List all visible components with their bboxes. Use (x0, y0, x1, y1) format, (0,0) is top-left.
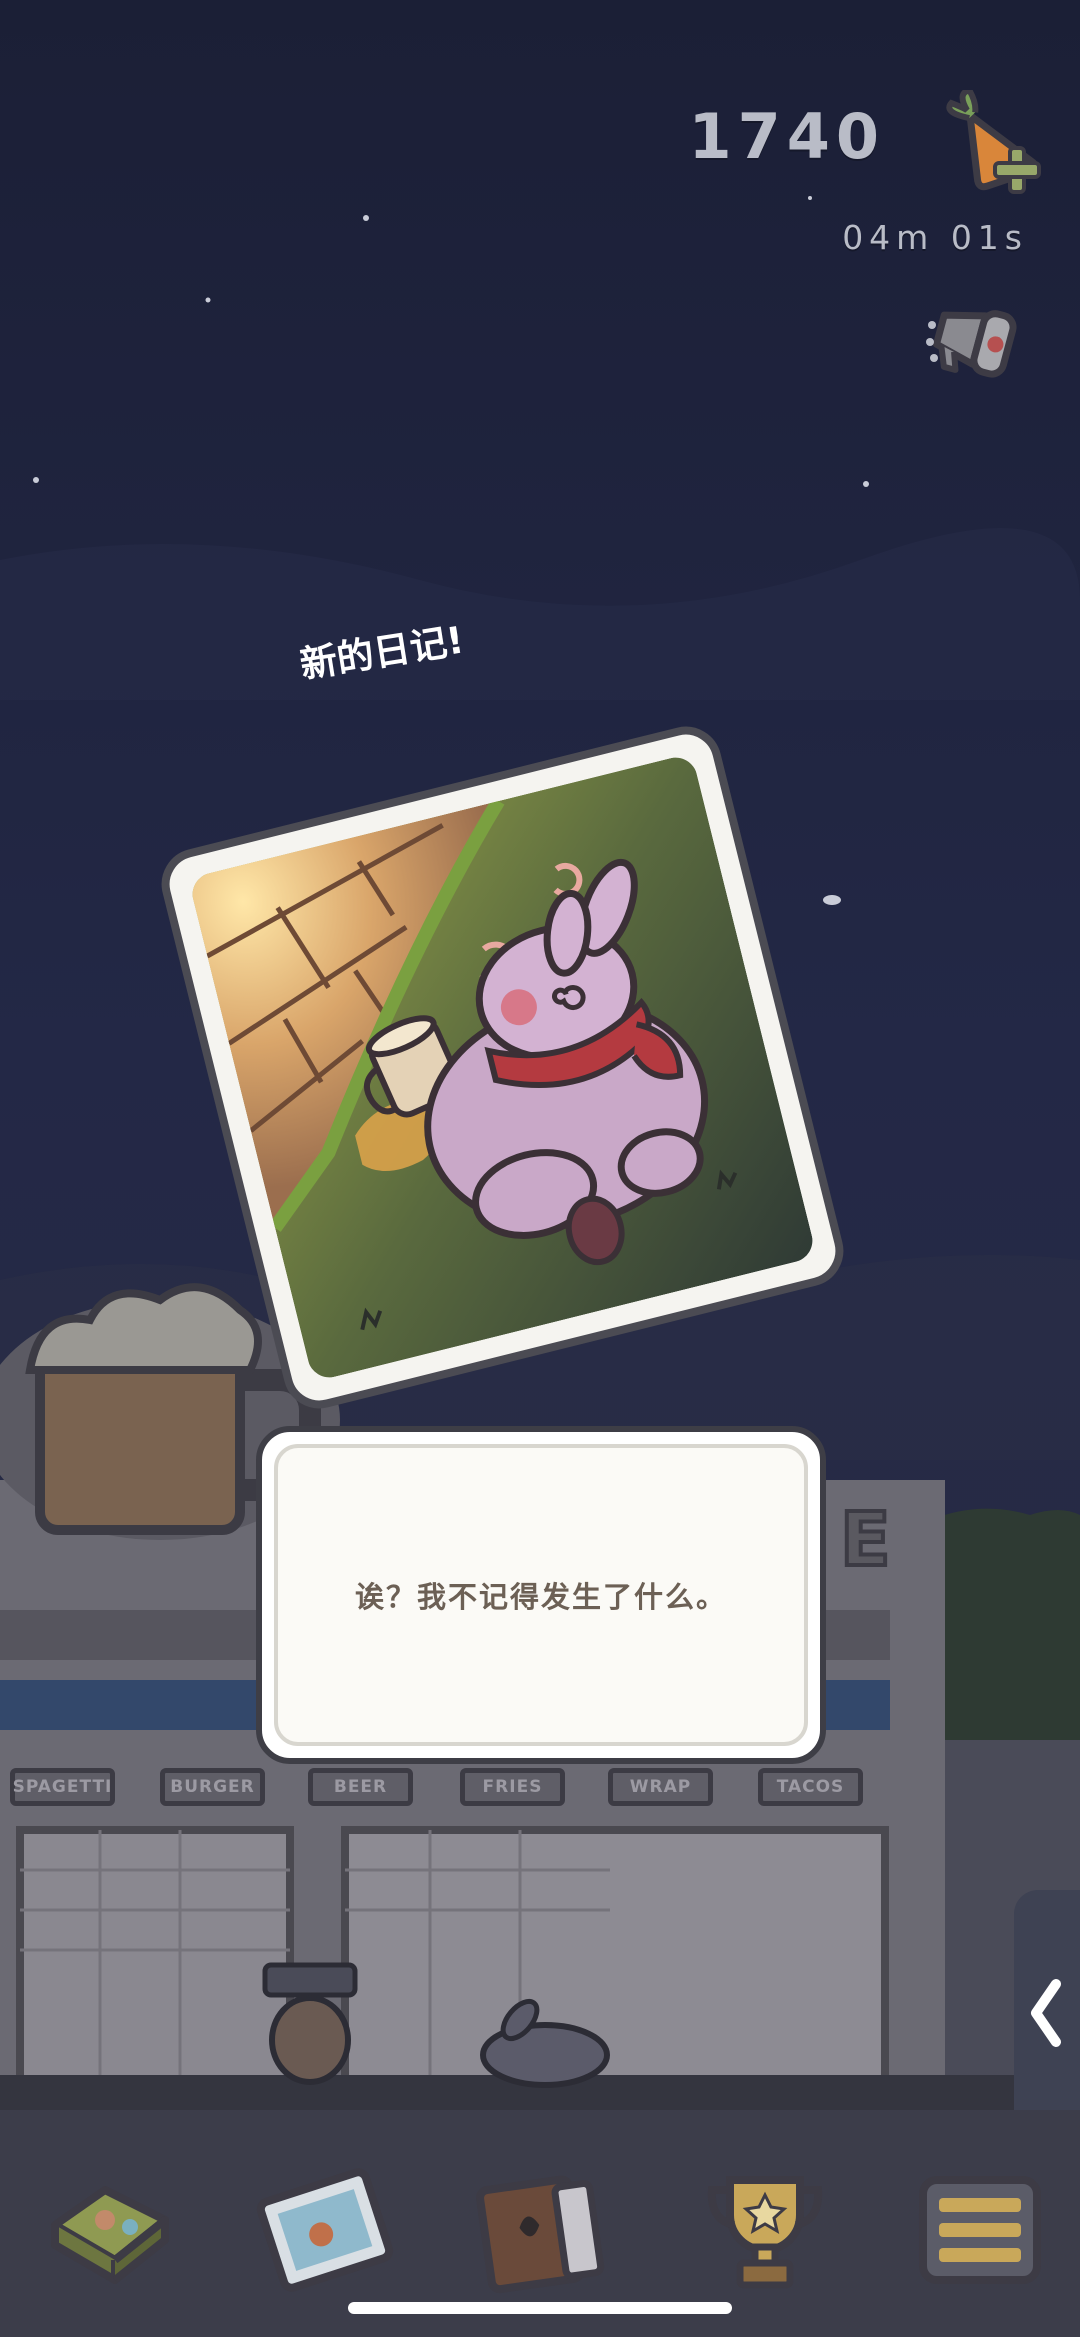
trophy-icon (707, 2176, 823, 2289)
home-indicator (348, 2302, 732, 2314)
carrot-count: 1740 (688, 100, 885, 173)
dialog-box[interactable]: 诶？我不记得发生了什么。 (256, 1426, 826, 1764)
menu-sign-fries: FRIES (460, 1768, 565, 1806)
tab-food-button[interactable] (35, 2165, 185, 2295)
postcard-icon (256, 2168, 394, 2292)
tab-postcard-button[interactable] (250, 2165, 400, 2295)
tab-diary-button[interactable] (465, 2165, 615, 2295)
menu-sign-tacos: TACOS (758, 1768, 863, 1806)
dialog-inner-panel: 诶？我不记得发生了什么。 (274, 1444, 808, 1746)
owl-character (262, 1962, 358, 2085)
menu-sign-burger: BURGER (160, 1768, 265, 1806)
megaphone-icon[interactable] (924, 290, 1034, 390)
menu-sign-wrap: WRAP (608, 1768, 713, 1806)
menu-icon (919, 2176, 1041, 2284)
dialog-text: 诶？我不记得发生了什么。 (354, 1580, 727, 1614)
svg-text:E: E (840, 1497, 891, 1583)
menu-sign-spagetti: SPAGETTI (10, 1768, 115, 1806)
diary-illustration (187, 752, 818, 1383)
game-screen: E SPAGETTI BURGER BEER FRIES WRAP TACOS 1740 (0, 0, 1080, 2337)
menu-sign-beer: BEER (308, 1768, 413, 1806)
food-box-icon (51, 2186, 169, 2284)
timer: 04m 01s (842, 218, 1028, 257)
diary-book-icon (476, 2175, 605, 2294)
tab-menu-button[interactable] (905, 2165, 1055, 2295)
chevron-left-icon (1031, 1979, 1061, 2047)
side-panel-toggle-button[interactable] (1014, 1890, 1080, 2140)
carrot-plus-icon[interactable] (940, 86, 1050, 200)
tab-trophy-button[interactable] (690, 2165, 840, 2295)
